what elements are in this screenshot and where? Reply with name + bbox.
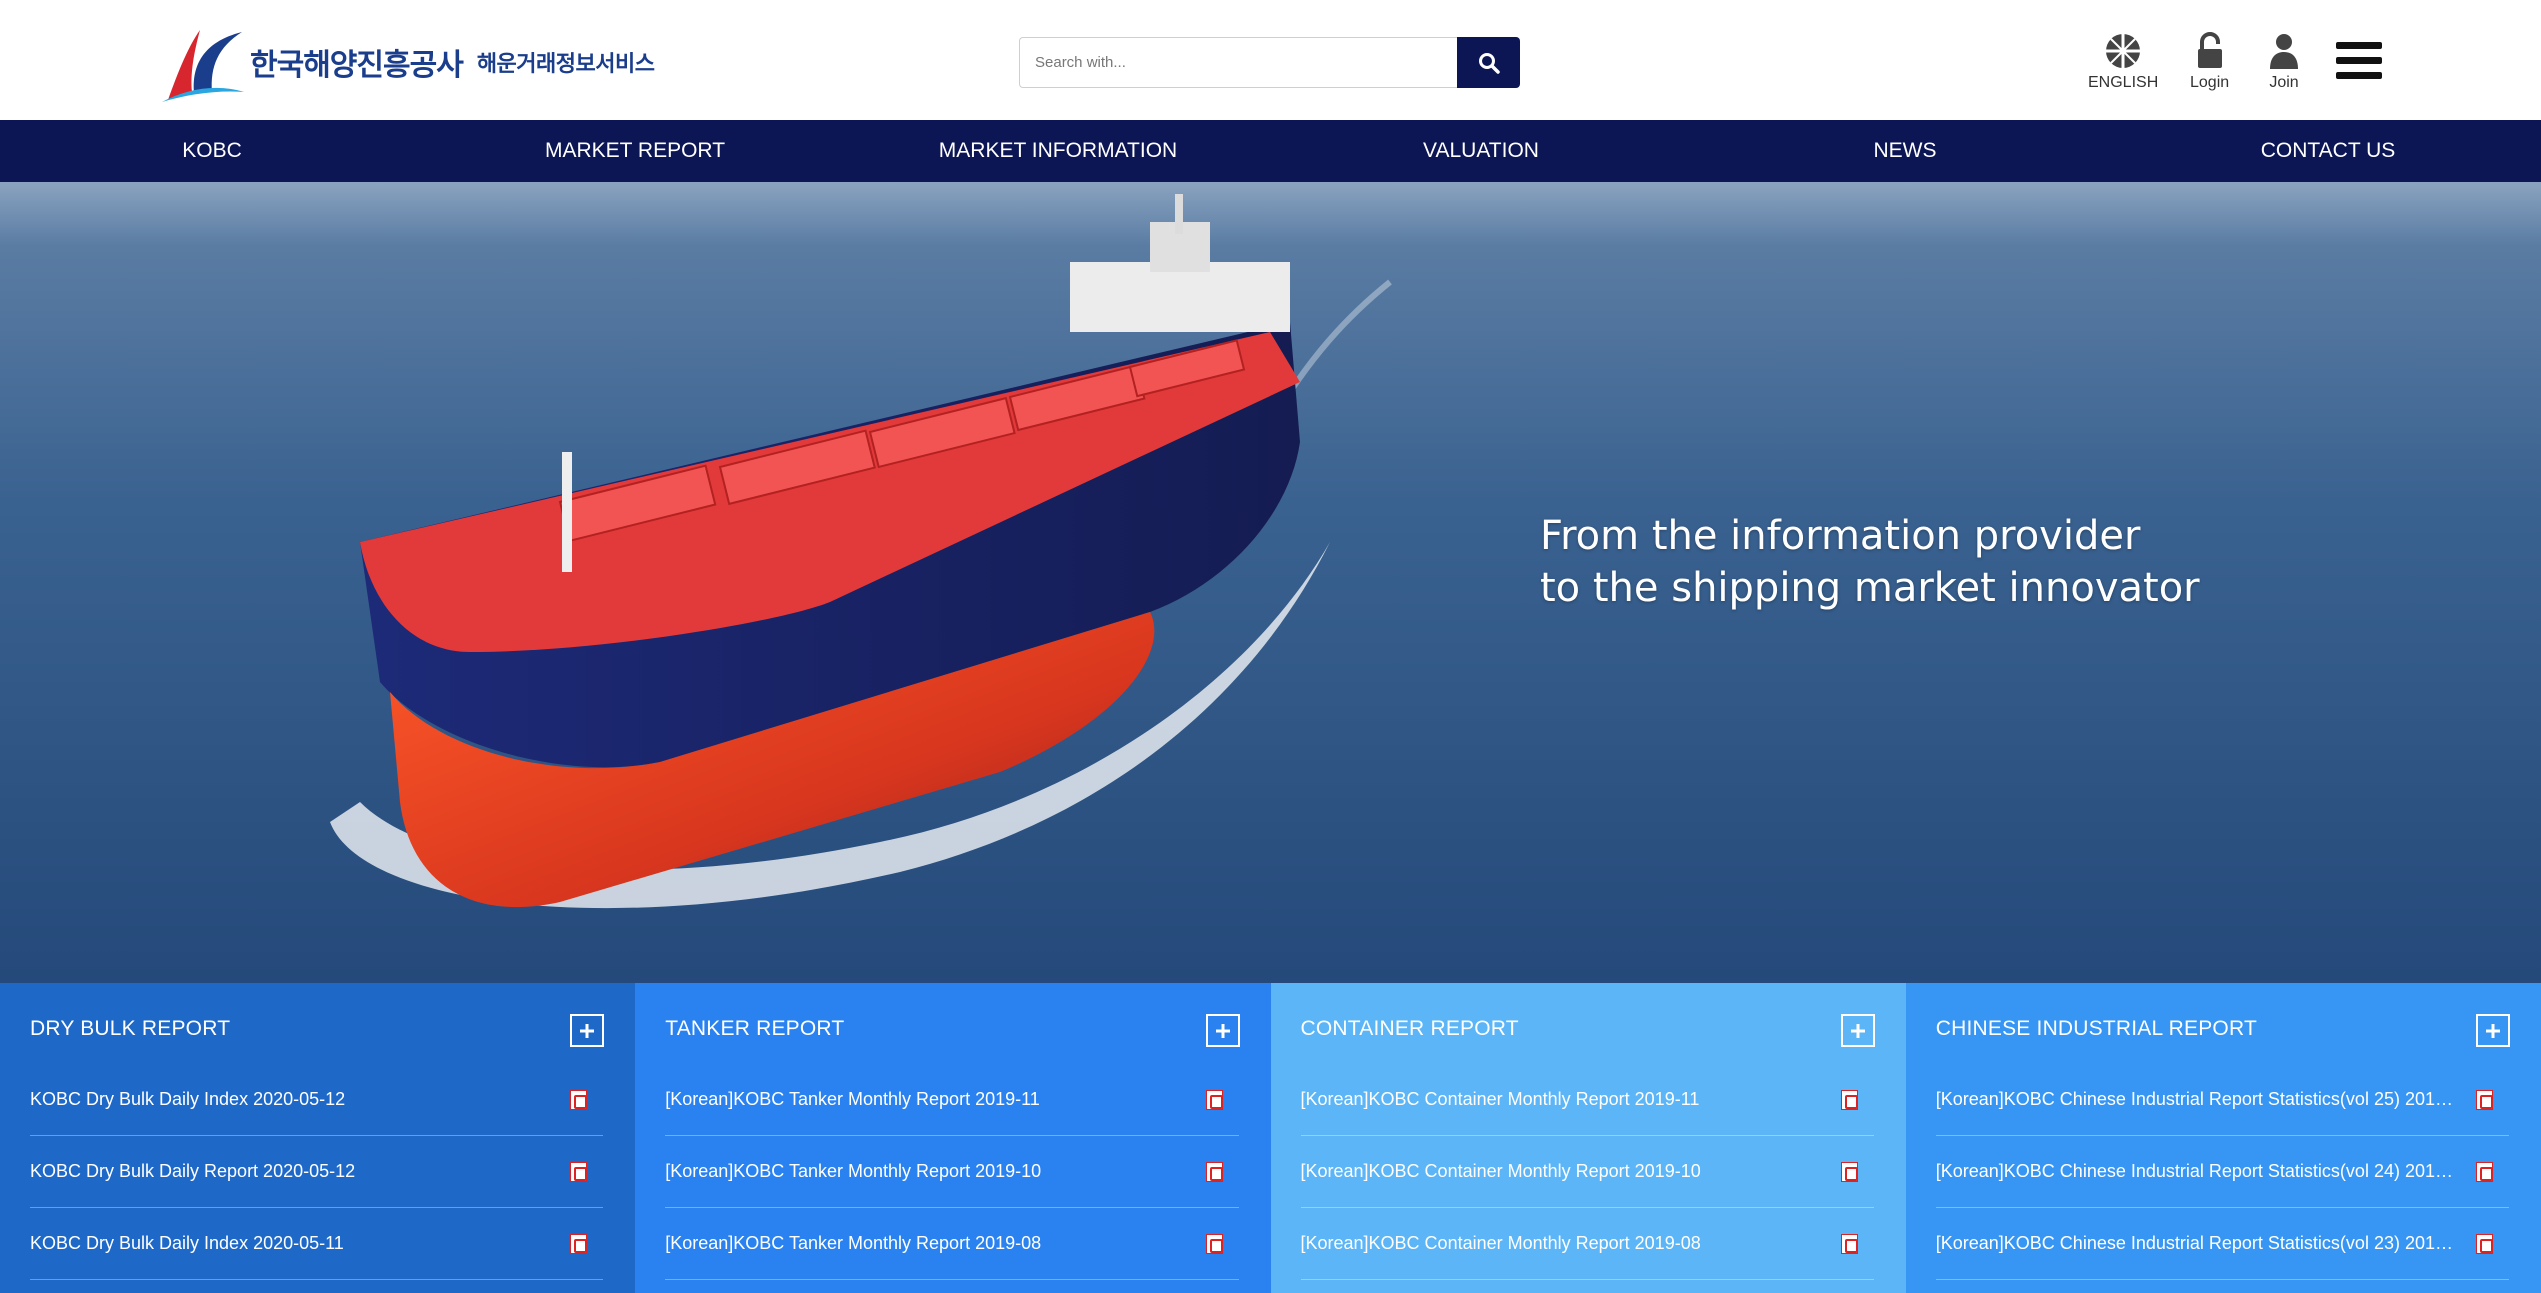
report-link[interactable]: [Korean]KOBC Container Monthly Report 20… xyxy=(1301,1089,1700,1110)
join-button[interactable]: Join xyxy=(2268,32,2300,92)
list-item[interactable]: [Korean]KOBC Container Monthly Report 20… xyxy=(1300,1136,1874,1208)
plus-icon xyxy=(2486,1023,2500,1038)
pdf-icon[interactable] xyxy=(1205,1089,1223,1110)
list-item[interactable]: [Korean]KOBC Chinese Industrial Report S… xyxy=(1935,1208,2509,1280)
pdf-icon[interactable] xyxy=(2476,1161,2493,1182)
nav-item-valuation[interactable]: VALUATION xyxy=(1423,120,1539,182)
pdf-icon[interactable] xyxy=(570,1233,588,1254)
nav-item-news[interactable]: NEWS xyxy=(1874,120,1937,182)
list-item[interactable]: KOBC Dry Bulk Daily Index 2020-05-12 xyxy=(30,1064,604,1136)
globe-icon xyxy=(2106,34,2141,68)
report-list: [Korean]KOBC Container Monthly Report 20… xyxy=(1300,1064,1874,1280)
panel-title: CONTAINER REPORT xyxy=(1300,1017,1519,1040)
pdf-icon[interactable] xyxy=(2476,1233,2493,1254)
user-icon xyxy=(2270,34,2298,69)
nav-item-market-report[interactable]: MARKET REPORT xyxy=(545,120,725,182)
pdf-icon[interactable] xyxy=(1840,1089,1858,1110)
more-plus-button[interactable] xyxy=(1840,1014,1875,1047)
search-bar xyxy=(1019,37,1520,88)
dry-bulk-report-panel: DRY BULK REPORT KOBC Dry Bulk Daily Inde… xyxy=(0,983,636,1293)
chinese-industrial-report-panel: CHINESE INDUSTRIAL REPORT [Korean]KOBC C… xyxy=(1905,983,2541,1293)
site-header: 한국해양진흥공사 해운거래정보서비스 ENGLISH Login xyxy=(0,0,2541,120)
logo-sail-icon xyxy=(162,30,244,102)
pdf-icon[interactable] xyxy=(1205,1233,1223,1254)
list-item[interactable]: KOBC Dry Bulk Daily Report 2020-05-12 xyxy=(30,1136,604,1208)
kobc-logo[interactable]: 한국해양진흥공사 해운거래정보서비스 xyxy=(158,22,655,102)
reports-section: DRY BULK REPORT KOBC Dry Bulk Daily Inde… xyxy=(0,983,2541,1293)
list-item[interactable]: [Korean]KOBC Tanker Monthly Report 2019-… xyxy=(665,1208,1239,1280)
plus-icon xyxy=(1850,1023,1865,1038)
logo-subtitle: 해운거래정보서비스 xyxy=(476,52,655,77)
pdf-icon[interactable] xyxy=(570,1089,588,1110)
list-item[interactable]: [Korean]KOBC Chinese Industrial Report S… xyxy=(1935,1064,2509,1136)
join-label: Join xyxy=(2269,74,2299,91)
report-link[interactable]: [Korean]KOBC Chinese Industrial Report S… xyxy=(1936,1089,2456,1110)
panel-title: DRY BULK REPORT xyxy=(30,1017,231,1040)
tanker-report-panel: TANKER REPORT [Korean]KOBC Tanker Monthl… xyxy=(635,983,1271,1293)
search-button[interactable] xyxy=(1457,37,1520,88)
language-english-button[interactable]: ENGLISH xyxy=(2088,32,2158,92)
report-link[interactable]: [Korean]KOBC Tanker Monthly Report 2019-… xyxy=(665,1089,1040,1110)
pdf-icon[interactable] xyxy=(1840,1161,1858,1182)
english-label: ENGLISH xyxy=(2088,74,2159,91)
logo-title: 한국해양진흥공사 xyxy=(250,48,464,83)
report-link[interactable]: [Korean]KOBC Chinese Industrial Report S… xyxy=(1936,1233,2456,1254)
list-item[interactable]: [Korean]KOBC Container Monthly Report 20… xyxy=(1300,1208,1874,1280)
report-list: KOBC Dry Bulk Daily Index 2020-05-12 KOB… xyxy=(30,1064,604,1280)
search-icon xyxy=(1478,52,1500,74)
report-link[interactable]: KOBC Dry Bulk Daily Index 2020-05-11 xyxy=(30,1233,344,1254)
pdf-icon[interactable] xyxy=(570,1161,588,1182)
hamburger-menu-icon[interactable] xyxy=(2336,40,2382,80)
report-link[interactable]: [Korean]KOBC Tanker Monthly Report 2019-… xyxy=(665,1233,1041,1254)
plus-icon xyxy=(1215,1023,1230,1038)
hero-tagline-line1: From the information provider xyxy=(1540,513,2141,559)
report-list: [Korean]KOBC Chinese Industrial Report S… xyxy=(1935,1064,2509,1280)
report-link[interactable]: [Korean]KOBC Container Monthly Report 20… xyxy=(1301,1161,1701,1182)
nav-item-market-information[interactable]: MARKET INFORMATION xyxy=(939,120,1177,182)
pdf-icon[interactable] xyxy=(2476,1089,2493,1110)
report-link[interactable]: KOBC Dry Bulk Daily Report 2020-05-12 xyxy=(30,1161,355,1182)
more-plus-button[interactable] xyxy=(570,1014,605,1047)
list-item[interactable]: [Korean]KOBC Container Monthly Report 20… xyxy=(1300,1064,1874,1136)
report-link[interactable]: [Korean]KOBC Chinese Industrial Report S… xyxy=(1936,1161,2456,1182)
pdf-icon[interactable] xyxy=(1840,1233,1858,1254)
search-input[interactable] xyxy=(1019,37,1457,88)
nav-item-contact-us[interactable]: CONTACT US xyxy=(2261,120,2396,182)
hero-banner: From the information provider to the shi… xyxy=(0,182,2541,983)
list-item[interactable]: [Korean]KOBC Tanker Monthly Report 2019-… xyxy=(665,1136,1239,1208)
hero-tagline-line2: to the shipping market innovator xyxy=(1540,565,2200,611)
login-button[interactable]: Login xyxy=(2190,32,2229,92)
nav-item-kobc[interactable]: KOBC xyxy=(182,120,242,182)
container-report-panel: CONTAINER REPORT [Korean]KOBC Container … xyxy=(1270,983,1906,1293)
more-plus-button[interactable] xyxy=(1205,1014,1240,1047)
lock-icon xyxy=(2197,32,2222,68)
list-item[interactable]: [Korean]KOBC Tanker Monthly Report 2019-… xyxy=(665,1064,1239,1136)
plus-icon xyxy=(580,1023,595,1038)
panel-title: TANKER REPORT xyxy=(665,1017,845,1040)
more-plus-button[interactable] xyxy=(2476,1014,2510,1047)
panel-title: CHINESE INDUSTRIAL REPORT xyxy=(1935,1017,2257,1040)
report-link[interactable]: [Korean]KOBC Tanker Monthly Report 2019-… xyxy=(665,1161,1041,1182)
report-link[interactable]: [Korean]KOBC Container Monthly Report 20… xyxy=(1301,1233,1701,1254)
pdf-icon[interactable] xyxy=(1205,1161,1223,1182)
list-item[interactable]: KOBC Dry Bulk Daily Index 2020-05-11 xyxy=(30,1208,604,1280)
report-link[interactable]: KOBC Dry Bulk Daily Index 2020-05-12 xyxy=(30,1089,345,1110)
hero-tagline: From the information provider to the shi… xyxy=(1540,510,2200,614)
login-label: Login xyxy=(2190,74,2230,91)
main-nav: KOBC MARKET REPORT MARKET INFORMATION VA… xyxy=(0,120,2541,182)
report-list: [Korean]KOBC Tanker Monthly Report 2019-… xyxy=(665,1064,1239,1280)
list-item[interactable]: [Korean]KOBC Chinese Industrial Report S… xyxy=(1935,1136,2509,1208)
